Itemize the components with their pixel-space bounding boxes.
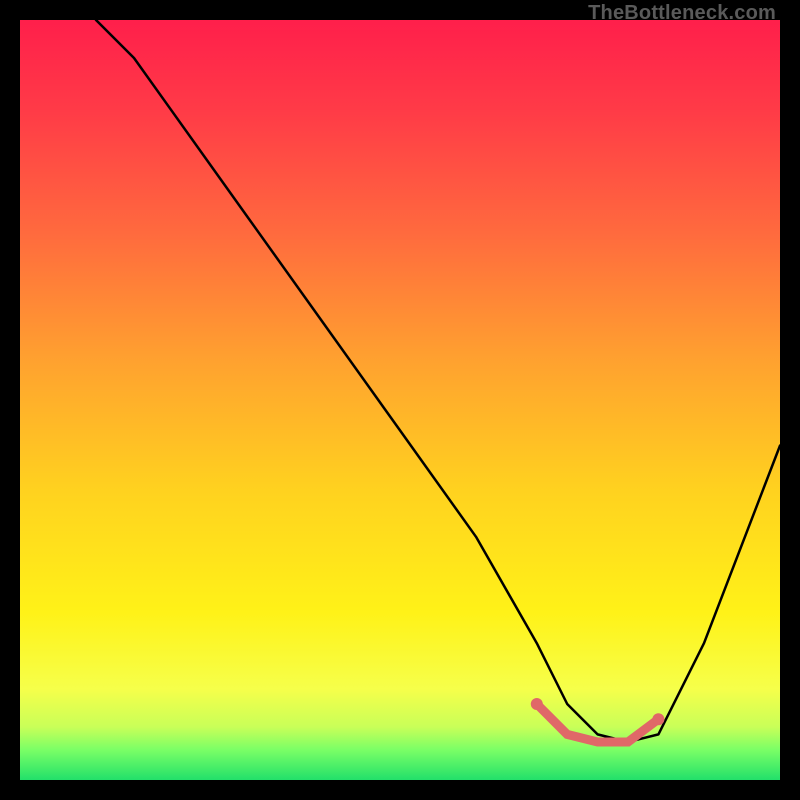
highlight-dot	[531, 698, 543, 710]
bottleneck-curve	[96, 20, 780, 742]
chart-frame: TheBottleneck.com	[0, 0, 800, 800]
plot-area	[20, 20, 780, 780]
chart-curve-layer	[20, 20, 780, 780]
optimal-range-highlight	[537, 704, 659, 742]
highlight-dot	[652, 713, 664, 725]
watermark-text: TheBottleneck.com	[588, 2, 776, 25]
